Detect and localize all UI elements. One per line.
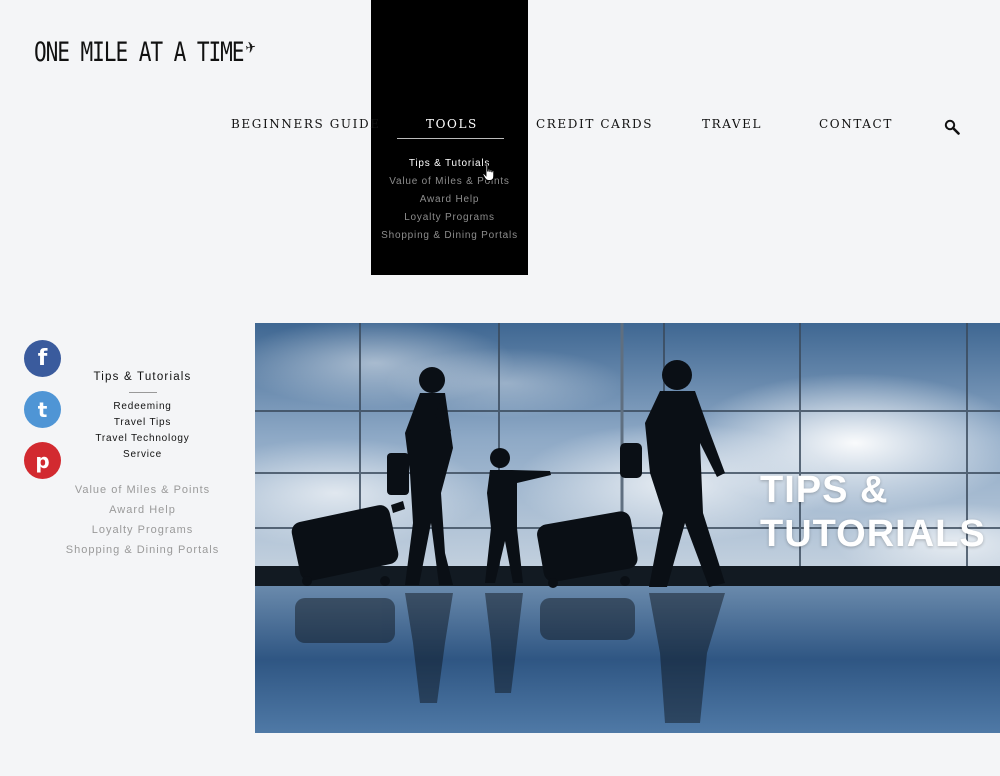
sidebar-item-travel-tips[interactable]: Travel Tips <box>60 415 225 431</box>
sidebar-title[interactable]: Tips & Tutorials <box>60 369 225 385</box>
nav-item-credit-cards[interactable]: CREDIT CARDS <box>536 117 653 131</box>
pinterest-button[interactable]: p <box>24 442 61 479</box>
sidebar-item-value-miles-points[interactable]: Value of Miles & Points <box>60 480 225 500</box>
submenu-item-tips-tutorials[interactable]: Tips & Tutorials <box>371 155 528 173</box>
facebook-button[interactable]: f <box>24 340 61 377</box>
hero-banner: TIPS & TUTORIALS <box>255 323 1000 733</box>
twitter-button[interactable]: t <box>24 391 61 428</box>
sidebar-item-loyalty-programs[interactable]: Loyalty Programs <box>60 520 225 540</box>
nav-item-beginners-guide[interactable]: BEGINNERS GUIDE <box>231 117 381 131</box>
twitter-icon: t <box>37 397 48 422</box>
hero-title-line-1: TIPS & <box>760 469 889 511</box>
search-icon[interactable] <box>944 119 960 135</box>
nav-active-underline <box>397 138 504 139</box>
airplane-icon: ✈ <box>243 33 256 59</box>
submenu-item-award-help[interactable]: Award Help <box>371 191 528 209</box>
nav-item-tools[interactable]: TOOLS <box>426 117 478 131</box>
sidebar-item-shopping-dining-portals[interactable]: Shopping & Dining Portals <box>60 540 225 560</box>
sidebar-other-sections: Value of Miles & Points Award Help Loyal… <box>60 480 225 560</box>
sidebar-item-award-help[interactable]: Award Help <box>60 500 225 520</box>
sidebar-nav: Tips & Tutorials Redeeming Travel Tips T… <box>60 369 225 560</box>
hand-cursor-icon <box>482 163 495 181</box>
sidebar-item-redeeming[interactable]: Redeeming <box>60 399 225 415</box>
submenu-item-loyalty-programs[interactable]: Loyalty Programs <box>371 209 528 227</box>
nav-item-travel[interactable]: TRAVEL <box>702 117 762 131</box>
submenu-item-value-miles-points[interactable]: Value of Miles & Points <box>371 173 528 191</box>
sidebar-item-travel-technology[interactable]: Travel Technology <box>60 431 225 447</box>
submenu-item-shopping-dining-portals[interactable]: Shopping & Dining Portals <box>371 227 528 245</box>
site-logo[interactable]: ONE MILE AT A TIME ✈ <box>34 33 255 68</box>
sidebar-divider <box>128 392 157 393</box>
tools-submenu: Tips & Tutorials Value of Miles & Points… <box>371 155 528 245</box>
hero-title-line-2: TUTORIALS <box>760 513 986 555</box>
pinterest-icon: p <box>35 448 50 473</box>
logo-text: ONE MILE AT A TIME <box>34 38 245 68</box>
facebook-icon: f <box>37 346 48 371</box>
sidebar-item-service[interactable]: Service <box>60 447 225 463</box>
nav-item-contact[interactable]: CONTACT <box>819 117 893 131</box>
main-nav: BEGINNERS GUIDE TOOLS CREDIT CARDS TRAVE… <box>0 117 1000 137</box>
hero-title: TIPS & TUTORIALS <box>760 468 986 556</box>
